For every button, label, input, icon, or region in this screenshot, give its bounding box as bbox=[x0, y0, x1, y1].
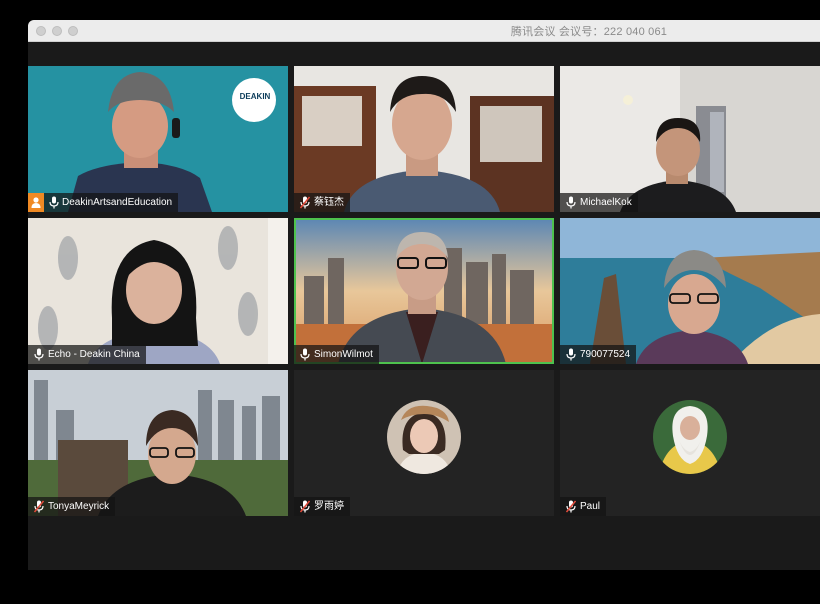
mic-icon bbox=[49, 196, 59, 209]
participant-nameplate: 蔡钰杰 bbox=[294, 193, 350, 212]
muted-mic-icon bbox=[566, 500, 576, 513]
participant-name: SimonWilmot bbox=[314, 349, 373, 360]
participant-nameplate: Echo - Deakin China bbox=[28, 345, 146, 364]
muted-mic-icon bbox=[300, 500, 310, 513]
avatar bbox=[653, 400, 727, 474]
muted-mic-icon bbox=[34, 500, 44, 513]
mic-icon bbox=[566, 196, 576, 209]
participant-nameplate: Paul bbox=[560, 497, 607, 516]
video-tile-tonya-meyrick[interactable]: TonyaMeyrick bbox=[28, 370, 288, 516]
meeting-window: 腾讯会议 会议号：222 040 061 DEAKIN DeakinArtsan… bbox=[28, 20, 820, 570]
video-tile-echo[interactable]: Echo - Deakin China bbox=[28, 218, 288, 364]
participant-nameplate: MichaelKok bbox=[560, 193, 638, 212]
participant-name: DeakinArtsandEducation bbox=[62, 197, 173, 208]
participant-video bbox=[560, 66, 820, 212]
participant-name: MichaelKok bbox=[580, 197, 632, 208]
video-tile-deakin-arts[interactable]: DEAKIN DeakinArtsandEducation bbox=[28, 66, 288, 212]
participant-name: 790077524 bbox=[580, 349, 631, 360]
video-tile-cai-yujie[interactable]: 蔡钰杰 bbox=[294, 66, 554, 212]
video-tile-michael-kok[interactable]: MichaelKok bbox=[560, 66, 820, 212]
video-tile-luo-yuting[interactable]: 罗雨婷 bbox=[294, 370, 554, 516]
participant-video bbox=[28, 218, 288, 364]
participant-name: Echo - Deakin China bbox=[48, 349, 140, 360]
participant-video bbox=[294, 66, 554, 212]
mic-icon bbox=[566, 348, 576, 361]
participant-name: 罗雨婷 bbox=[314, 501, 344, 512]
participant-nameplate: SimonWilmot bbox=[294, 345, 379, 364]
participant-nameplate: 罗雨婷 bbox=[294, 497, 350, 516]
video-tile-790077524[interactable]: 790077524 bbox=[560, 218, 820, 364]
mic-icon bbox=[34, 348, 44, 361]
title-bar: 腾讯会议 会议号：222 040 061 bbox=[28, 20, 820, 42]
video-tile-paul[interactable]: Paul bbox=[560, 370, 820, 516]
participant-nameplate: TonyaMeyrick bbox=[28, 497, 116, 516]
mic-icon bbox=[300, 348, 310, 361]
avatar bbox=[387, 400, 461, 474]
participant-name: Paul bbox=[580, 501, 601, 512]
participant-name: TonyaMeyrick bbox=[48, 501, 110, 512]
toolbar-spacer bbox=[28, 42, 820, 66]
host-icon bbox=[28, 193, 44, 212]
participant-video bbox=[28, 370, 288, 516]
participant-nameplate: 790077524 bbox=[560, 345, 637, 364]
participant-name: 蔡钰杰 bbox=[314, 197, 344, 208]
participant-nameplate: DeakinArtsandEducation bbox=[28, 193, 179, 212]
deakin-logo: DEAKIN bbox=[239, 92, 271, 101]
participant-video bbox=[28, 66, 288, 212]
participant-video bbox=[560, 218, 820, 364]
video-tile-simon-wilmot[interactable]: SimonWilmot bbox=[294, 218, 554, 364]
window-title: 腾讯会议 会议号：222 040 061 bbox=[510, 26, 668, 38]
window-bottom-edge bbox=[28, 568, 820, 570]
participant-video bbox=[294, 218, 554, 364]
muted-mic-icon bbox=[300, 196, 310, 209]
